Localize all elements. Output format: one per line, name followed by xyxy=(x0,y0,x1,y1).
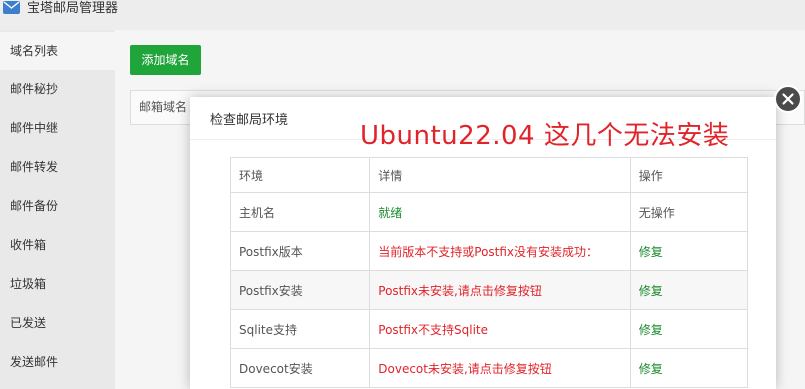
action-cell: 无操作 xyxy=(629,192,749,232)
env-table-header: 环境 详情 操作 xyxy=(229,157,749,193)
env-table: 环境 详情 操作 主机名 就绪 无操作 Postfix版本 当前版本不支持或Po… xyxy=(229,157,749,388)
column-header-domain: 邮箱域名 xyxy=(139,100,188,114)
sidebar-item-mail-bcc[interactable]: 邮件秘抄 xyxy=(0,70,115,108)
dialog-title: 检查邮局环境 xyxy=(210,113,289,128)
sidebar: 域名列表 邮件秘抄 邮件中继 邮件转发 邮件备份 收件箱 垃圾箱 已发送 发送邮… xyxy=(0,30,115,389)
close-button[interactable] xyxy=(774,85,802,113)
fix-button[interactable]: 修复 xyxy=(629,309,749,349)
dialog-header: 检查邮局环境 Ubuntu22.04 这几个无法安装 xyxy=(190,97,776,151)
sidebar-item-mail-relay[interactable]: 邮件中继 xyxy=(0,109,115,147)
sidebar-item-trash[interactable]: 垃圾箱 xyxy=(0,265,115,303)
sidebar-item-inbox[interactable]: 收件箱 xyxy=(0,226,115,264)
detail-cell: Dovecot未安装,请点击修复按钮 xyxy=(369,348,631,388)
env-cell: Dovecot安装 xyxy=(229,348,371,388)
table-row: Sqlite支持 Postfix不支持Sqlite 修复 xyxy=(229,309,749,349)
close-icon xyxy=(782,93,794,105)
fix-button[interactable]: 修复 xyxy=(629,270,749,310)
add-domain-button[interactable]: 添加域名 xyxy=(130,45,201,75)
detail-cell: Postfix不支持Sqlite xyxy=(369,309,631,349)
app-title: 宝塔邮局管理器 xyxy=(27,1,119,16)
header-action: 操作 xyxy=(629,157,749,193)
table-row: Dovecot安装 Dovecot未安装,请点击修复按钮 修复 xyxy=(229,348,749,388)
sidebar-item-sent[interactable]: 已发送 xyxy=(0,304,115,342)
detail-cell: 当前版本不支持或Postfix没有安装成功： xyxy=(369,231,631,271)
env-cell: 主机名 xyxy=(229,192,371,232)
sidebar-item-mail-backup[interactable]: 邮件备份 xyxy=(0,187,115,225)
env-cell: Postfix安装 xyxy=(229,270,371,310)
detail-cell: Postfix未安装,请点击修复按钮 xyxy=(369,270,631,310)
env-cell: Postfix版本 xyxy=(229,231,371,271)
header-detail: 详情 xyxy=(369,157,631,193)
mail-icon xyxy=(3,1,20,14)
sidebar-item-send-mail[interactable]: 发送邮件 xyxy=(0,343,115,381)
table-row: 主机名 就绪 无操作 xyxy=(229,192,749,232)
fix-button[interactable]: 修复 xyxy=(629,231,749,271)
sidebar-item-domain-list[interactable]: 域名列表 xyxy=(0,32,115,70)
fix-button[interactable]: 修复 xyxy=(629,348,749,388)
title-bar: 宝塔邮局管理器 xyxy=(0,0,805,30)
table-row: Postfix安装 Postfix未安装,请点击修复按钮 修复 xyxy=(229,270,749,310)
header-env: 环境 xyxy=(229,157,371,193)
check-env-dialog: 检查邮局环境 Ubuntu22.04 这几个无法安装 环境 详情 操作 主机名 … xyxy=(190,97,776,389)
annotation-text: Ubuntu22.04 这几个无法安装 xyxy=(360,121,730,151)
sidebar-item-mail-forward[interactable]: 邮件转发 xyxy=(0,148,115,186)
env-cell: Sqlite支持 xyxy=(229,309,371,349)
detail-cell: 就绪 xyxy=(369,192,631,232)
table-row: Postfix版本 当前版本不支持或Postfix没有安装成功： 修复 xyxy=(229,231,749,271)
